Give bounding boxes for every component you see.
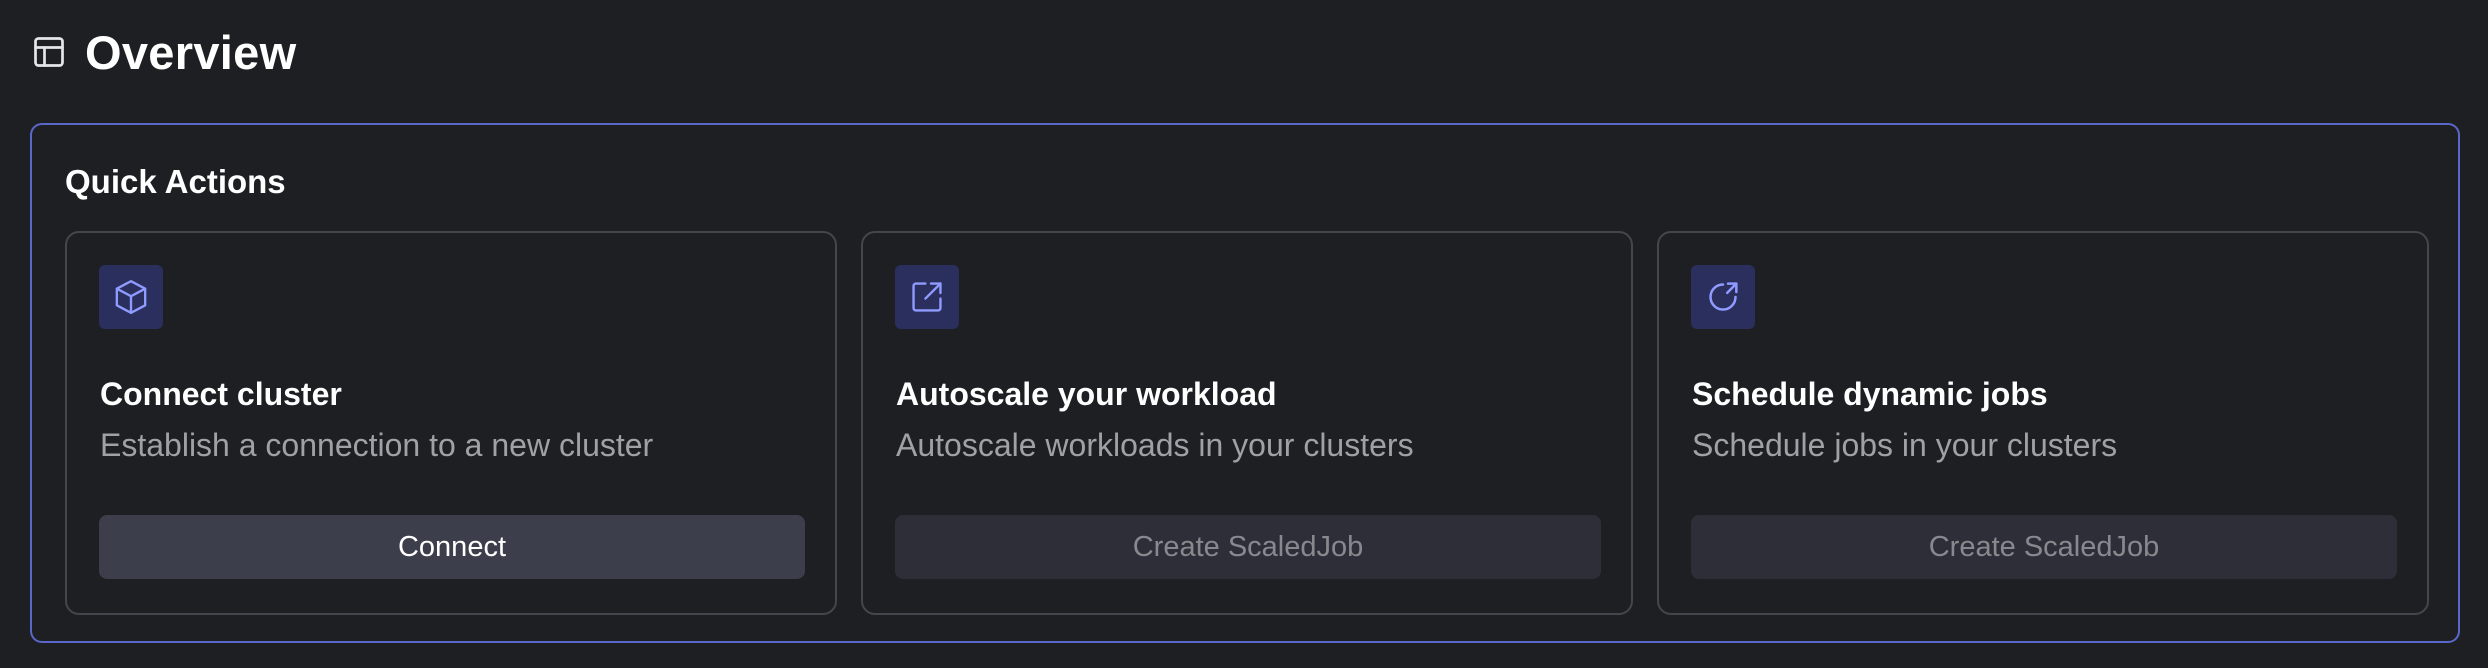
card-title: Schedule dynamic jobs	[1692, 376, 2048, 412]
card-title: Connect cluster	[100, 376, 342, 412]
card-description: Establish a connection to a new cluster	[100, 427, 654, 463]
page-title: Overview	[85, 25, 297, 79]
cube-icon	[99, 265, 163, 329]
card-description: Schedule jobs in your clusters	[1692, 427, 2118, 463]
card-schedule-jobs: Schedule dynamic jobs Schedule jobs in y…	[1657, 231, 2429, 615]
page-header: Overview	[31, 22, 296, 82]
card-title: Autoscale your workload	[896, 376, 1277, 412]
refresh-arrow-icon	[1691, 265, 1755, 329]
card-description: Autoscale workloads in your clusters	[896, 427, 1414, 463]
card-connect-cluster: Connect cluster Establish a connection t…	[65, 231, 837, 615]
card-autoscale-workload: Autoscale your workload Autoscale worklo…	[861, 231, 1633, 615]
connect-button[interactable]: Connect	[99, 515, 805, 579]
layout-icon	[31, 34, 67, 70]
create-scaledjob-button[interactable]: Create ScaledJob	[1691, 515, 2397, 579]
external-link-icon	[895, 265, 959, 329]
create-scaledjob-button[interactable]: Create ScaledJob	[895, 515, 1601, 579]
quick-actions-title: Quick Actions	[65, 163, 286, 200]
quick-actions-panel: Quick Actions Connect cluster Establish …	[30, 123, 2460, 643]
